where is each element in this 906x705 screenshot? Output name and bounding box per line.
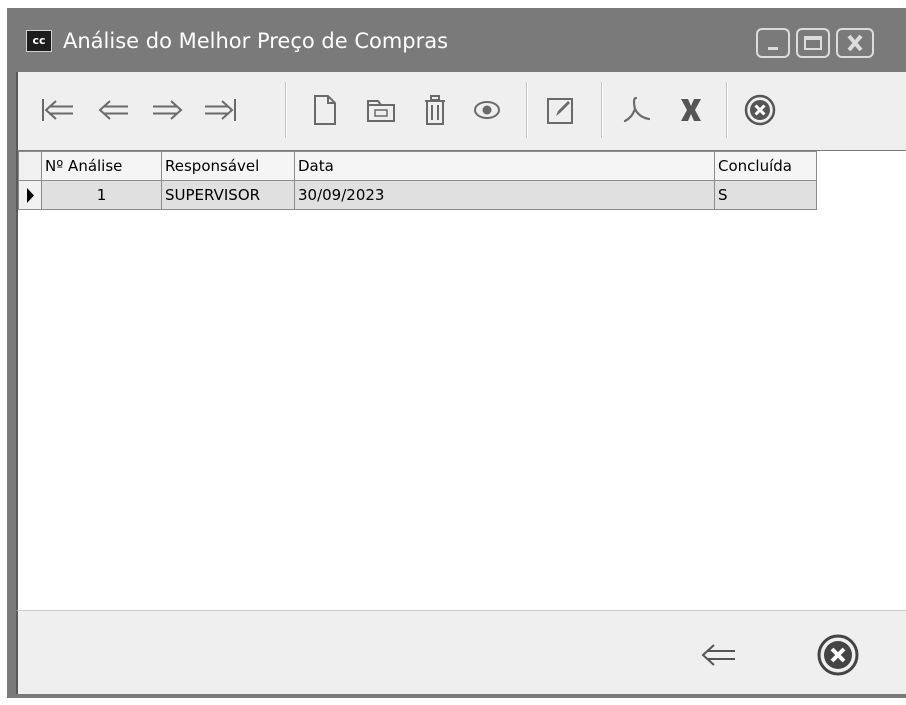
row-indicator: [18, 180, 42, 210]
close-window-button[interactable]: [836, 28, 874, 58]
window-title: Análise do Melhor Preço de Compras: [63, 29, 449, 53]
column-header-concluida[interactable]: Concluída: [714, 151, 817, 181]
eye-icon: [474, 101, 500, 119]
export-excel-button[interactable]: [669, 88, 713, 132]
trash-icon: [425, 95, 445, 125]
previous-record-button[interactable]: [92, 88, 136, 132]
close-footer-button[interactable]: [814, 631, 862, 679]
back-button[interactable]: [695, 631, 743, 679]
last-record-button[interactable]: [198, 88, 242, 132]
column-header-data[interactable]: Data: [294, 151, 715, 181]
title-bar[interactable]: cc Análise do Melhor Preço de Compras: [7, 8, 906, 72]
back-arrow-icon: [701, 644, 735, 666]
records-grid[interactable]: Nº Análise Responsável Data Concluída 1 …: [16, 150, 906, 610]
minimize-icon: [768, 47, 778, 50]
cell-concluida[interactable]: S: [714, 180, 817, 210]
new-record-button[interactable]: [303, 88, 347, 132]
row-indicator-header: [18, 151, 42, 181]
window: cc Análise do Melhor Preço de Compras Nº…: [7, 8, 906, 698]
next-record-button[interactable]: [145, 88, 189, 132]
maximize-button[interactable]: [796, 28, 830, 58]
maximize-icon: [804, 36, 822, 50]
toolbar: [16, 72, 906, 150]
first-record-button[interactable]: [36, 88, 80, 132]
table-row[interactable]: 1 SUPERVISOR 30/09/2023 S: [18, 180, 817, 210]
records-table: Nº Análise Responsável Data Concluída 1 …: [18, 151, 817, 210]
app-icon: cc: [26, 30, 52, 52]
current-row-arrow-icon: [27, 187, 34, 203]
pdf-icon: [623, 96, 651, 123]
close-circle-icon: [817, 634, 859, 676]
table-header-row: Nº Análise Responsável Data Concluída: [18, 151, 817, 181]
close-circle-icon: [744, 94, 776, 126]
edit-icon: [547, 98, 573, 124]
open-record-button[interactable]: [359, 88, 403, 132]
minimize-button[interactable]: [756, 28, 790, 58]
toolbar-separator: [285, 82, 287, 138]
view-record-button[interactable]: [465, 88, 509, 132]
export-pdf-button[interactable]: [615, 88, 659, 132]
toolbar-separator: [726, 82, 728, 138]
right-arrow-icon: [153, 100, 183, 120]
column-header-responsavel[interactable]: Responsável: [161, 151, 295, 181]
edit-record-button[interactable]: [539, 88, 583, 132]
footer-bar: [16, 610, 906, 694]
toolbar-separator: [601, 82, 603, 138]
new-document-icon: [314, 95, 336, 125]
folder-icon: [367, 100, 395, 122]
excel-icon: [681, 99, 701, 121]
cell-data[interactable]: 30/09/2023: [294, 180, 715, 210]
cell-numero[interactable]: 1: [41, 180, 162, 210]
cell-responsavel[interactable]: SUPERVISOR: [161, 180, 295, 210]
column-header-numero[interactable]: Nº Análise: [41, 151, 162, 181]
left-arrow-icon: [98, 100, 128, 120]
toolbar-separator: [526, 82, 528, 138]
close-toolbar-button[interactable]: [738, 88, 782, 132]
last-arrow-icon: [205, 99, 236, 121]
delete-record-button[interactable]: [413, 88, 457, 132]
first-arrow-icon: [42, 99, 73, 121]
close-icon: [847, 34, 863, 52]
